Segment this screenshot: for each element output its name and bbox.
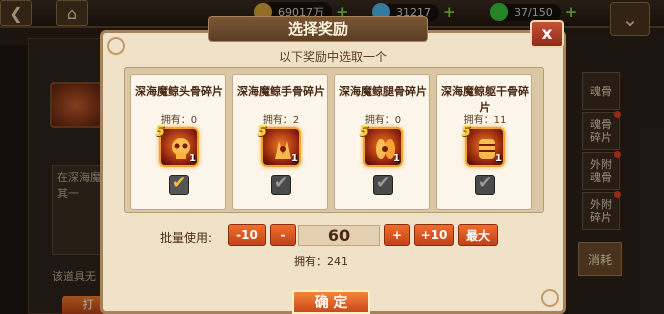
select-checkbox[interactable]: ✔ xyxy=(271,173,291,195)
reward-name: 深海魔鲸手骨碎片 xyxy=(237,85,325,98)
reward-owned: 拥有：2 xyxy=(262,115,300,126)
rank-badge: 5 xyxy=(461,124,471,140)
close-button[interactable]: x xyxy=(530,20,564,48)
select-checkbox[interactable]: ✔ xyxy=(169,173,189,195)
checkmark-icon: ✔ xyxy=(274,173,289,193)
reward-name: 深海魔鲸头骨碎片 xyxy=(135,85,223,98)
reward-quantity: 1 xyxy=(393,153,400,164)
plus-one-button[interactable]: + xyxy=(384,224,410,246)
reward-quantity: 1 xyxy=(291,153,298,164)
minus-ten-button[interactable]: -10 xyxy=(228,224,266,246)
batch-use-label: 批量使用: xyxy=(160,231,213,245)
rank-badge: 5 xyxy=(155,124,165,140)
reward-quantity: 1 xyxy=(189,153,196,164)
confirm-button[interactable]: 确 定 xyxy=(292,290,370,314)
dialog-title: 选择奖励 xyxy=(208,16,428,42)
checkmark-icon: ✔ xyxy=(376,173,391,193)
rank-badge: 5 xyxy=(359,124,369,140)
reward-name: 深海魔鲸腿骨碎片 xyxy=(339,85,427,98)
checkmark-icon: ✔ xyxy=(478,173,493,193)
plus-ten-button[interactable]: +10 xyxy=(414,224,454,246)
select-checkbox[interactable]: ✔ xyxy=(475,173,495,195)
checkmark-icon: ✔ xyxy=(172,173,187,193)
select-checkbox[interactable]: ✔ xyxy=(373,173,393,195)
reward-option-card[interactable]: 深海魔鲸躯干骨碎片 拥有：11 5 1 ✔ xyxy=(436,74,532,210)
rank-badge: 5 xyxy=(257,124,267,140)
reward-option-card[interactable]: 深海魔鲸手骨碎片 拥有：2 5 1 ✔ xyxy=(232,74,328,210)
ornament-icon xyxy=(541,289,559,307)
dialog-subtitle: 以下奖励中选取一个 xyxy=(278,50,387,64)
reward-option-card[interactable]: 深海魔鲸腿骨碎片 拥有：0 5 1 ✔ xyxy=(334,74,430,210)
batch-quantity-input[interactable]: 60 xyxy=(298,225,380,246)
minus-one-button[interactable]: - xyxy=(270,224,296,246)
max-button[interactable]: 最大 xyxy=(458,224,498,246)
reward-quantity: 1 xyxy=(495,153,502,164)
reward-owned: 拥有：0 xyxy=(364,115,402,126)
owned-total: 拥有：241 xyxy=(294,255,348,268)
reward-option-card[interactable]: 深海魔鲸头骨碎片 拥有：0 5 1 ✔ xyxy=(130,74,226,210)
reward-owned: 拥有：11 xyxy=(463,115,507,126)
reward-owned: 拥有：0 xyxy=(160,115,198,126)
